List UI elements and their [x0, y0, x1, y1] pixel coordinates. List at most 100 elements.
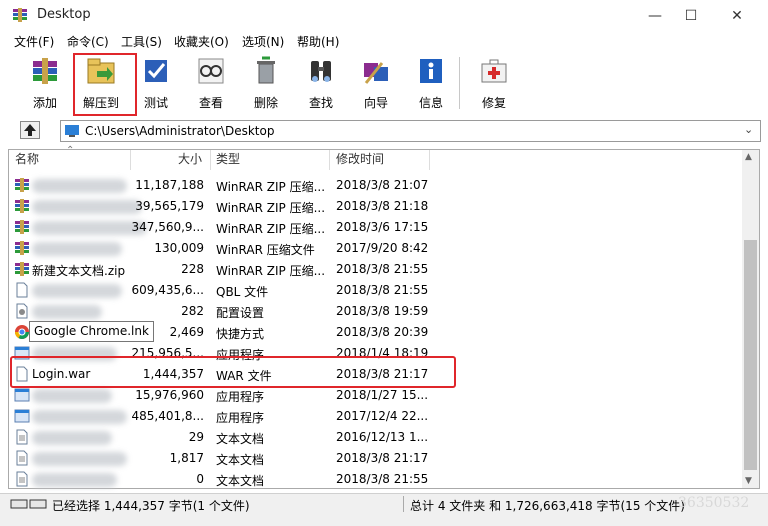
- file-row[interactable]: 347,560,9... WinRAR ZIP 压缩... 2018/3/6 17:…: [10, 217, 740, 238]
- status-selection: 已经选择 1,444,357 字节(1 个文件): [52, 499, 250, 513]
- file-row[interactable]: 485,401,8... 应用程序 2017/12/4 22...: [10, 406, 740, 427]
- view-icon: [198, 58, 224, 84]
- file-modified: 2017/9/20 8:42: [336, 241, 429, 255]
- file-size: 609,435,6...: [131, 283, 204, 297]
- delete-button[interactable]: 删除: [242, 53, 290, 111]
- text-file-icon: [16, 450, 28, 466]
- file-modified: 2016/12/13 1...: [336, 430, 429, 444]
- file-size: 282: [181, 304, 204, 318]
- redacted-filename: [32, 305, 102, 319]
- file-row[interactable]: 1,817 文本文档 2018/3/8 21:17: [10, 448, 740, 469]
- scroll-down-icon[interactable]: ▼: [745, 476, 752, 486]
- file-row[interactable]: 609,435,6... QBL 文件 2018/3/8 21:55: [10, 280, 740, 301]
- filename-tooltip: Google Chrome.lnk: [29, 321, 154, 342]
- file-type: 快捷方式: [216, 327, 265, 341]
- menu-tools[interactable]: 工具(S): [121, 33, 162, 50]
- file-type: 配置设置: [216, 306, 265, 320]
- column-header-type[interactable]: 类型: [216, 150, 240, 170]
- menu-options[interactable]: 选项(N): [242, 33, 284, 50]
- file-icon: [16, 282, 28, 298]
- column-header-name[interactable]: 名称: [15, 150, 39, 170]
- view-label: 查看: [198, 96, 223, 110]
- file-modified: 2018/3/8 21:55: [336, 472, 429, 486]
- find-label: 查找: [308, 96, 333, 110]
- menu-favorites[interactable]: 收藏夹(O): [174, 33, 229, 50]
- file-modified: 2018/3/6 17:15: [336, 220, 429, 234]
- file-modified: 2018/3/8 21:55: [336, 262, 429, 276]
- rar-icon: [15, 220, 29, 234]
- file-row[interactable]: 新建文本文档.zip 228 WinRAR ZIP 压缩... 2018/3/8 21…: [10, 259, 740, 280]
- file-row[interactable]: 39,565,179 WinRAR ZIP 压缩... 2018/3/8 21:18: [10, 196, 740, 217]
- file-size: 2,469: [169, 325, 204, 339]
- address-path: C:\Users\Administrator\Desktop: [85, 124, 275, 138]
- info-button[interactable]: 信息: [407, 53, 455, 111]
- file-type: WinRAR ZIP 压缩...: [216, 180, 326, 194]
- file-row[interactable]: 11,187,188 WinRAR ZIP 压缩... 2018/3/8 21:07: [10, 175, 740, 196]
- file-modified: 2018/3/8 19:59: [336, 304, 429, 318]
- repair-label: 修复: [481, 96, 506, 110]
- scroll-thumb[interactable]: [744, 240, 757, 470]
- test-button[interactable]: 测试: [132, 53, 180, 111]
- redacted-filename: [32, 473, 117, 487]
- wizard-label: 向导: [363, 96, 388, 110]
- redacted-filename: [32, 431, 112, 445]
- file-type: 文本文档: [216, 453, 265, 467]
- menu-help[interactable]: 帮助(H): [297, 33, 339, 50]
- add-label: 添加: [32, 96, 57, 110]
- file-type: 文本文档: [216, 474, 265, 488]
- watermark: 36350532: [678, 495, 750, 511]
- redacted-filename: [32, 284, 122, 298]
- up-folder-button[interactable]: [20, 121, 40, 139]
- file-type: QBL 文件: [216, 285, 269, 299]
- repair-button[interactable]: 修复: [470, 53, 518, 111]
- column-header-size[interactable]: 大小: [178, 150, 202, 170]
- file-modified: 2018/1/27 15...: [336, 388, 429, 402]
- toolbar-separator: [459, 57, 460, 109]
- app-icon: [14, 388, 30, 402]
- file-modified: 2017/12/4 22...: [336, 409, 429, 423]
- redacted-filename: [32, 452, 127, 466]
- find-button[interactable]: 查找: [297, 53, 345, 111]
- menu-command[interactable]: 命令(C): [67, 33, 109, 50]
- redacted-filename: [32, 221, 147, 235]
- view-button[interactable]: 查看: [187, 53, 235, 111]
- selected-row-highlight-box: [10, 356, 456, 388]
- add-archive-icon: [33, 58, 57, 84]
- rar-icon: [15, 199, 29, 213]
- rar-icon: [15, 262, 29, 276]
- add-button[interactable]: 添加: [21, 53, 69, 111]
- file-size: 0: [196, 472, 204, 486]
- column-separator[interactable]: [329, 150, 330, 170]
- wizard-button[interactable]: 向导: [352, 53, 400, 111]
- delete-icon: [257, 56, 275, 84]
- redacted-filename: [32, 410, 127, 424]
- file-type: WinRAR ZIP 压缩...: [216, 222, 326, 236]
- file-size: 228: [181, 262, 204, 276]
- info-label: 信息: [418, 96, 443, 110]
- scroll-up-icon[interactable]: ▲: [745, 152, 752, 162]
- column-separator[interactable]: [210, 150, 211, 170]
- file-size: 347,560,9...: [131, 220, 204, 234]
- delete-label: 删除: [253, 96, 278, 110]
- menu-file[interactable]: 文件(F): [14, 33, 54, 50]
- extract-highlight-box: [73, 53, 137, 116]
- file-row[interactable]: 29 文本文档 2016/12/13 1...: [10, 427, 740, 448]
- file-row[interactable]: 130,009 WinRAR 压缩文件 2017/9/20 8:42: [10, 238, 740, 259]
- file-row[interactable]: 15,976,960 应用程序 2018/1/27 15...: [10, 385, 740, 406]
- column-header-modified[interactable]: 修改时间: [336, 150, 384, 170]
- window-title: Desktop: [37, 7, 91, 22]
- test-label: 测试: [143, 96, 168, 110]
- address-dropdown-icon[interactable]: ⌄: [744, 123, 753, 136]
- close-button[interactable]: ✕: [714, 0, 760, 31]
- column-separator[interactable]: [429, 150, 430, 170]
- file-modified: 2018/3/8 20:39: [336, 325, 429, 339]
- column-separator[interactable]: [130, 150, 131, 170]
- file-size: 39,565,179: [135, 199, 204, 213]
- file-row[interactable]: 0 文本文档 2018/3/8 21:55: [10, 469, 740, 490]
- file-row[interactable]: 282 配置设置 2018/3/8 19:59: [10, 301, 740, 322]
- file-modified: 2018/3/8 21:18: [336, 199, 429, 213]
- file-size: 11,187,188: [135, 178, 204, 192]
- file-type: WinRAR ZIP 压缩...: [216, 201, 326, 215]
- file-name: 新建文本文档.zip: [32, 264, 126, 278]
- maximize-button[interactable]: ☐: [668, 0, 714, 31]
